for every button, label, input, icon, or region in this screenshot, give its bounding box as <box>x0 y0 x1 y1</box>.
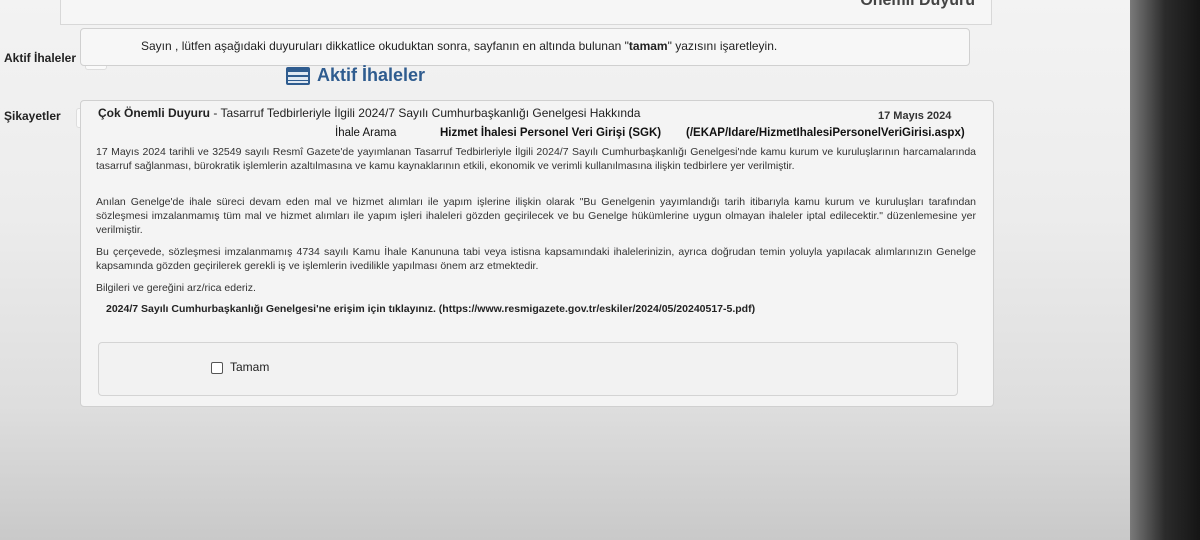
tamam-checkbox[interactable] <box>211 362 223 374</box>
paragraph: Bilgileri ve gereğini arz/rica ederiz. <box>96 282 256 294</box>
genelge-link[interactable]: 2024/7 Sayılı Cumhurbaşkanlığı Genelgesi… <box>106 303 755 315</box>
notice-suffix: " yazısını işaretleyin. <box>667 39 778 53</box>
section-title-text: Aktif İhaleler <box>317 65 426 85</box>
sidebar-item-label: Şikayetler <box>4 109 61 123</box>
sidebar-item-label: Aktif İhaleler <box>4 51 77 65</box>
paragraph: 17 Mayıs 2024 tarihli ve 32549 sayılı Re… <box>96 146 976 172</box>
announcement-title: Çok Önemli Duyuru - Tasarruf Tedbirleriy… <box>98 106 640 120</box>
tamam-label[interactable]: Tamam <box>230 360 269 374</box>
overlay-personel-veri-girisi[interactable]: Hizmet İhalesi Personel Veri Girişi (SGK… <box>440 127 661 139</box>
paragraph: Anılan Genelge'de ihale süreci devam ede… <box>96 196 976 236</box>
section-title-aktif-ihaleler: Aktif İhaleler <box>285 65 425 86</box>
notice-prefix: Sayın , lütfen aşağıdaki duyuruları dikk… <box>141 39 629 53</box>
overlay-ihale-arama[interactable]: İhale Arama <box>335 127 396 139</box>
announcement-title-bold: Çok Önemli Duyuru <box>98 106 211 120</box>
desk-edge <box>1130 0 1200 540</box>
announcement-title-rest: - Tasarruf Tedbirleriyle İlgili 2024/7 S… <box>210 106 641 120</box>
notice-text: Sayın , lütfen aşağıdaki duyuruları dikk… <box>141 39 777 53</box>
overlay-url: (/EKAP/Idare/HizmetIhalesiPersonelVeriGi… <box>686 127 965 139</box>
header-title: Önemli Duyuru <box>860 0 975 9</box>
confirm-box: Tamam <box>98 342 958 396</box>
top-frame <box>60 0 992 25</box>
notice-bold: tamam <box>628 39 668 53</box>
paragraph: Bu çerçevede, sözleşmesi imzalanmamış 47… <box>96 246 976 272</box>
announcement-date: 17 Mayıs 2024 <box>878 110 952 122</box>
table-icon <box>285 66 311 86</box>
notice-box: Sayın , lütfen aşağıdaki duyuruları dikk… <box>80 28 970 66</box>
